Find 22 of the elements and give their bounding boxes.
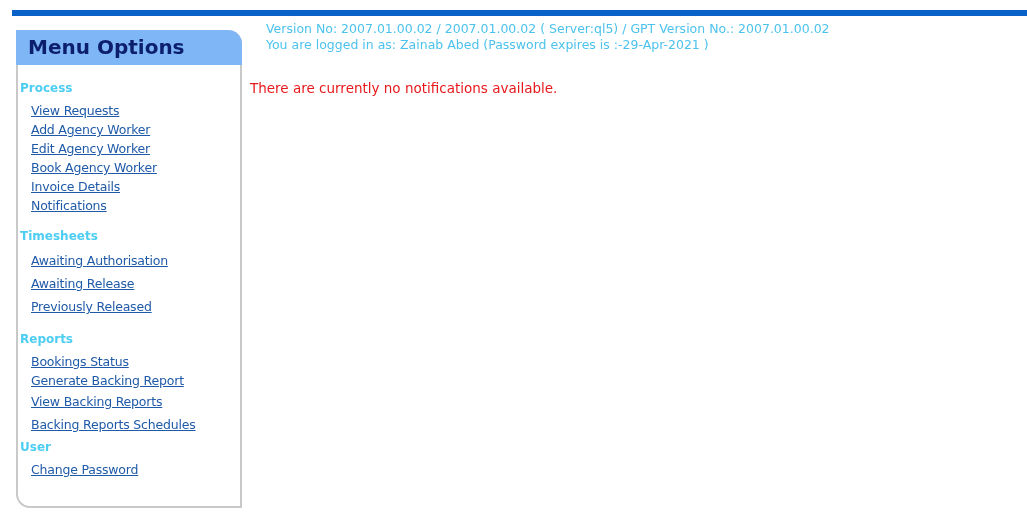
- menu-link[interactable]: Edit Agency Worker: [31, 139, 150, 158]
- section-heading: Process: [20, 81, 74, 95]
- menu-link[interactable]: Invoice Details: [31, 177, 120, 196]
- menu-link[interactable]: Bookings Status: [31, 352, 129, 371]
- menu-link[interactable]: Generate Backing Report: [31, 371, 184, 390]
- menu-link[interactable]: Previously Released: [31, 295, 152, 318]
- menu-link[interactable]: Backing Reports Schedules: [31, 413, 196, 436]
- section-heading: Reports: [20, 332, 74, 346]
- menu-link[interactable]: Change Password: [31, 460, 139, 479]
- section-heading: Timesheets: [20, 229, 99, 243]
- menu-link[interactable]: Book Agency Worker: [31, 158, 157, 177]
- login-text: You are logged in as: Zainab Abed (Password expires is :-29-Apr-2021 ): [265, 37, 710, 53]
- menu-link[interactable]: Notifications: [31, 196, 107, 215]
- menu-link[interactable]: Add Agency Worker: [31, 120, 151, 139]
- section-heading: User: [20, 440, 52, 454]
- menu-link[interactable]: Awaiting Authorisation: [31, 249, 168, 272]
- version-text: Version No: 2007.01.00.02 / 2007.01.00.02 ( Server:ql5) / GPT Version No.: 2007.01.00.02: [265, 21, 830, 37]
- menu-link[interactable]: Awaiting Release: [31, 272, 135, 295]
- menu-link[interactable]: View Backing Reports: [31, 390, 163, 413]
- menu-title: Menu Options: [16, 30, 242, 65]
- menu-link[interactable]: View Requests: [31, 101, 120, 120]
- notification-message: There are currently no notifications available.: [250, 80, 559, 96]
